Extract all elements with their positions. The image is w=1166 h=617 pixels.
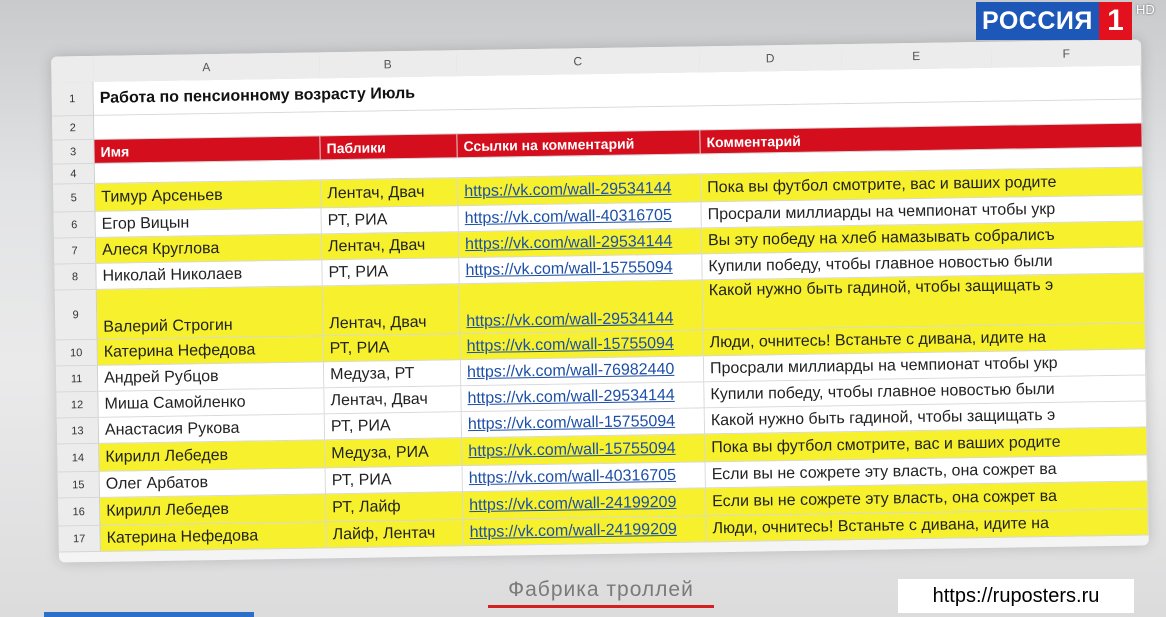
column-header-e[interactable]: E xyxy=(840,41,993,72)
row-header[interactable]: 17 xyxy=(58,525,101,553)
caption-text: Фабрика троллей xyxy=(508,578,694,601)
name-cell[interactable]: Алеся Круглова xyxy=(95,234,323,264)
link-cell[interactable]: https://vk.com/wall-24199209 xyxy=(462,488,707,521)
link-cell[interactable]: https://vk.com/wall-15755094 xyxy=(459,254,703,285)
name-cell[interactable]: Андрей Рубцов xyxy=(97,362,325,392)
publics-cell[interactable]: РТ, РИА xyxy=(322,258,460,287)
column-title-1[interactable]: Паблики xyxy=(320,134,458,161)
name-cell[interactable]: Егор Вицын xyxy=(95,208,322,238)
row-header[interactable]: 8 xyxy=(54,263,97,291)
link-cell[interactable]: https://vk.com/wall-15755094 xyxy=(460,330,704,361)
row-header[interactable]: 4 xyxy=(52,163,96,185)
link-cell[interactable]: https://vk.com/wall-15755094 xyxy=(462,434,706,467)
publics-cell[interactable]: Лентач, Двач xyxy=(324,386,462,415)
publics-cell[interactable]: Лентач, Двач xyxy=(321,178,459,209)
row-header[interactable]: 15 xyxy=(57,471,101,499)
link-cell[interactable]: https://vk.com/wall-29534144 xyxy=(458,174,702,207)
comment-link[interactable]: https://vk.com/wall-24199209 xyxy=(469,520,676,541)
comment-link[interactable]: https://vk.com/wall-24199209 xyxy=(469,493,676,514)
comment-link[interactable]: https://vk.com/wall-40316705 xyxy=(469,466,676,487)
row-header[interactable]: 9 xyxy=(54,289,98,341)
column-title-0[interactable]: Имя xyxy=(94,136,321,164)
publics-cell[interactable]: РТ, РИА xyxy=(324,412,463,441)
name-cell[interactable]: Катерина Нефедова xyxy=(100,522,327,552)
publics-cell[interactable]: Медуза, РИА xyxy=(325,438,463,469)
row-header[interactable]: 14 xyxy=(57,443,100,473)
progress-bar-accent xyxy=(44,612,254,617)
hd-badge: HD xyxy=(1136,2,1155,17)
row-header[interactable]: 3 xyxy=(52,139,95,165)
comment-link[interactable]: https://vk.com/wall-29534144 xyxy=(465,232,672,253)
link-cell[interactable]: https://vk.com/wall-15755094 xyxy=(461,408,706,439)
row-header[interactable]: 5 xyxy=(53,183,96,213)
row-header[interactable]: 16 xyxy=(58,497,101,527)
name-cell[interactable]: Миша Самойленко xyxy=(98,388,325,418)
video-frame: A B C D E F 1 2 3 4 5 6 7 8 9 10 11 12 13 14 15 16 17 Работа по… xyxy=(0,0,1166,617)
row-header[interactable]: 1 xyxy=(51,81,95,117)
link-cell[interactable]: https://vk.com/wall-24199209 xyxy=(463,516,707,547)
channel-logo-number: 1 xyxy=(1098,2,1132,40)
comment-link[interactable]: https://vk.com/wall-15755094 xyxy=(467,334,674,355)
name-cell[interactable]: Тимур Арсеньев xyxy=(95,180,322,212)
row-header[interactable]: 11 xyxy=(55,365,99,393)
select-all-corner[interactable] xyxy=(51,55,95,84)
comment-link[interactable]: https://vk.com/wall-15755094 xyxy=(465,258,672,279)
channel-logo: РОССИЯ 1 xyxy=(976,2,1132,40)
name-cell[interactable]: Анастасия Рукова xyxy=(98,414,326,444)
name-cell[interactable]: Олег Арбатов xyxy=(99,468,327,498)
publics-cell[interactable]: РТ, РИА xyxy=(321,206,459,235)
link-cell[interactable]: https://vk.com/wall-29534144 xyxy=(461,382,705,413)
comment-link[interactable]: https://vk.com/wall-29534144 xyxy=(466,310,673,331)
publics-cell[interactable]: Лентач, Двач xyxy=(321,232,460,261)
column-header-b[interactable]: B xyxy=(319,50,458,80)
row-header[interactable]: 2 xyxy=(52,115,95,141)
name-cell[interactable]: Кирилл Лебедев xyxy=(99,440,326,472)
row-header[interactable]: 12 xyxy=(56,391,99,419)
column-header-d[interactable]: D xyxy=(699,44,843,74)
comment-link[interactable]: https://vk.com/wall-40316705 xyxy=(465,206,672,227)
row-header[interactable]: 6 xyxy=(53,211,96,239)
watermark: https://ruposters.ru xyxy=(898,579,1134,613)
link-cell[interactable]: https://vk.com/wall-29534144 xyxy=(458,228,703,259)
row-header[interactable]: 13 xyxy=(56,417,100,445)
name-cell[interactable]: Николай Николаев xyxy=(96,260,323,290)
comment-cell[interactable]: Люди, очнитесь! Встаньте с дивана, идите… xyxy=(706,509,1149,543)
link-cell[interactable]: https://vk.com/wall-40316705 xyxy=(462,462,706,493)
link-cell[interactable]: https://vk.com/wall-29534144 xyxy=(459,280,704,335)
publics-cell[interactable]: Лентач, Двач xyxy=(322,284,461,337)
comment-cell[interactable]: Какой нужно быть гадиной, чтобы защищать… xyxy=(702,273,1146,331)
comment-link[interactable]: https://vk.com/wall-29534144 xyxy=(467,386,674,407)
link-cell[interactable]: https://vk.com/wall-40316705 xyxy=(458,202,702,233)
name-cell[interactable]: Кирилл Лебедев xyxy=(100,494,327,526)
publics-cell[interactable]: РТ, Лайф xyxy=(326,492,464,523)
publics-cell[interactable]: Лайф, Лентач xyxy=(326,520,464,549)
row-header[interactable]: 10 xyxy=(55,339,98,367)
name-cell[interactable]: Валерий Строгин xyxy=(96,286,324,340)
comment-link[interactable]: https://vk.com/wall-29534144 xyxy=(464,179,671,200)
row-header[interactable]: 7 xyxy=(53,237,97,265)
spreadsheet: A B C D E F 1 2 3 4 5 6 7 8 9 10 11 12 13 14 15 16 17 Работа по… xyxy=(51,39,1149,563)
publics-cell[interactable]: РТ, РИА xyxy=(325,466,463,495)
comment-link[interactable]: https://vk.com/wall-15755094 xyxy=(468,412,675,433)
link-cell[interactable]: https://vk.com/wall-76982440 xyxy=(460,356,705,387)
comment-link[interactable]: https://vk.com/wall-76982440 xyxy=(467,360,674,381)
publics-cell[interactable]: Медуза, РТ xyxy=(323,360,462,389)
comment-link[interactable]: https://vk.com/wall-15755094 xyxy=(468,439,675,460)
name-cell[interactable]: Катерина Нефедова xyxy=(97,336,324,366)
column-header-f[interactable]: F xyxy=(990,39,1143,69)
publics-cell[interactable]: РТ, РИА xyxy=(323,334,461,363)
caption-underline xyxy=(488,605,714,608)
channel-logo-text: РОССИЯ xyxy=(976,2,1099,40)
